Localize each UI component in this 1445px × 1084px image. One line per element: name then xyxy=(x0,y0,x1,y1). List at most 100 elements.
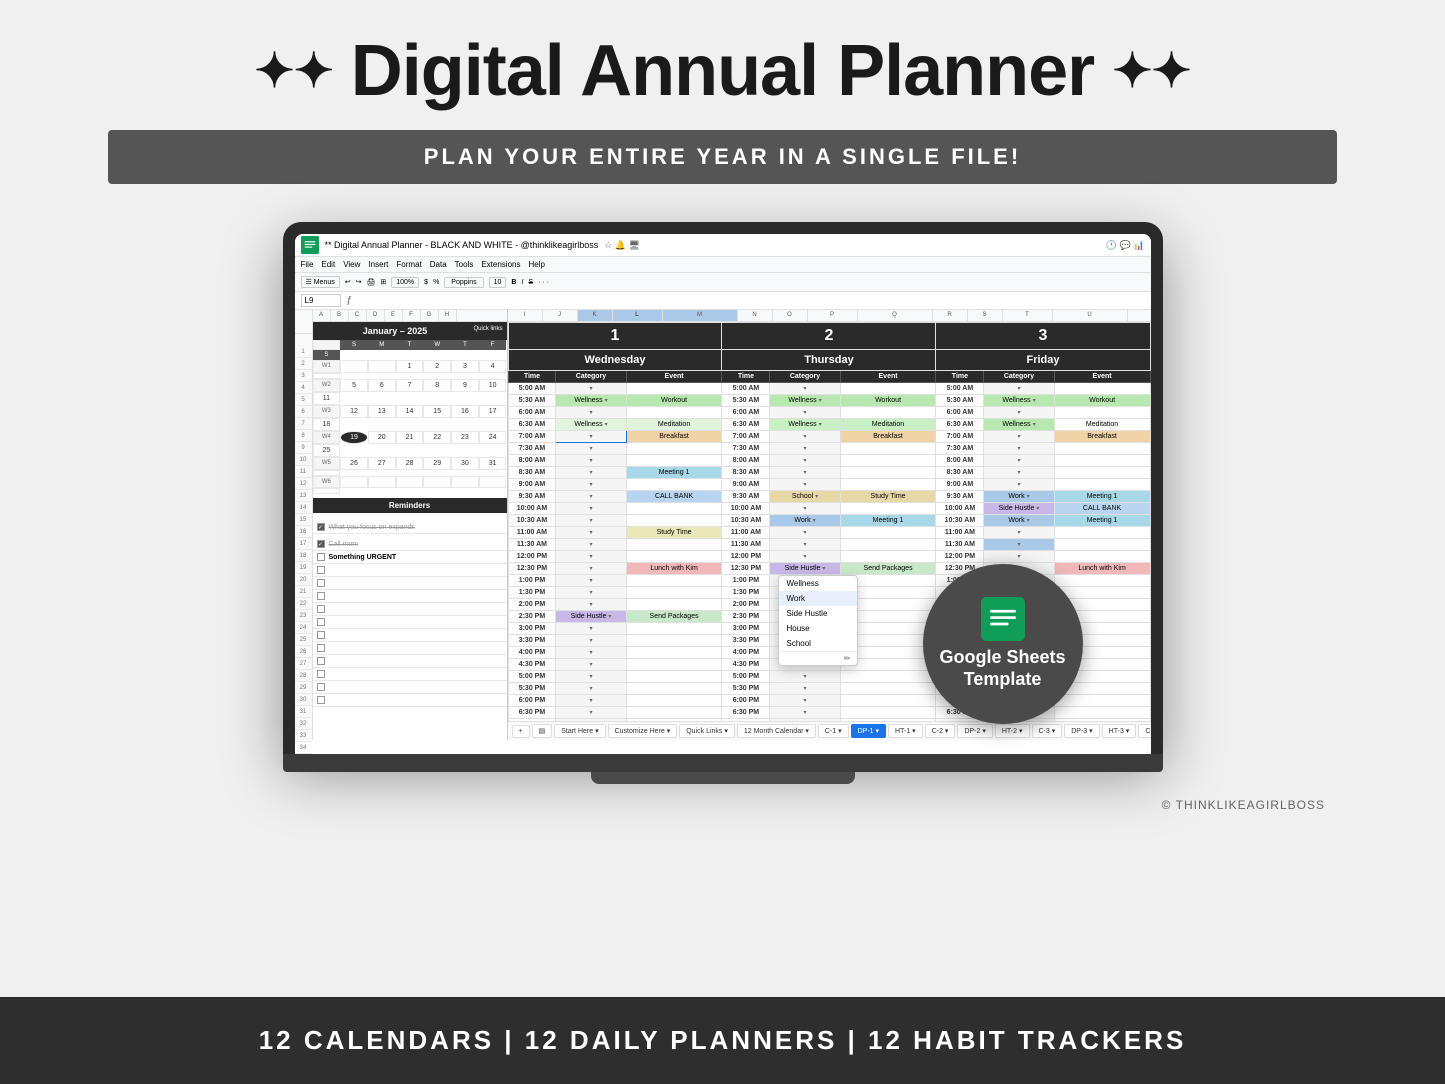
d1-500am-event xyxy=(626,383,722,395)
dp-sidehustle[interactable]: Side Hustle xyxy=(779,606,857,621)
reminder-2-checkbox[interactable]: ✓ xyxy=(317,540,325,548)
d1-1030am-event xyxy=(626,515,722,527)
tab-customize[interactable]: Customize Here ▾ xyxy=(608,724,678,738)
toolbar-menus[interactable]: ☰ Menus xyxy=(301,276,340,288)
w4-t: 21 xyxy=(396,431,424,444)
w2-f: 10 xyxy=(479,379,507,392)
reminder-14-checkbox[interactable] xyxy=(317,696,325,704)
menu-edit[interactable]: Edit xyxy=(321,260,335,269)
d1-700am-time: 7:00 AM xyxy=(508,431,556,443)
sheet-menubar: File Edit View Insert Format Data Tools … xyxy=(295,257,1151,273)
d2-c6: ▾ xyxy=(770,707,840,719)
menu-file[interactable]: File xyxy=(301,260,314,269)
dp-wellness[interactable]: Wellness xyxy=(779,576,857,591)
menu-extensions[interactable]: Extensions xyxy=(481,260,520,269)
menu-format[interactable]: Format xyxy=(396,260,421,269)
d1-900am-time: 9:00 AM xyxy=(508,479,556,491)
menu-view[interactable]: View xyxy=(343,260,360,269)
laptop-stand xyxy=(591,772,855,784)
tab-dp1[interactable]: DP-1 ▾ xyxy=(851,724,886,738)
tab-c4[interactable]: C-4 ▾ xyxy=(1138,724,1150,738)
d1-1100am-event: Study Time xyxy=(626,527,722,539)
reminder-7-checkbox[interactable] xyxy=(317,605,325,613)
d2-t4: 5:30 PM xyxy=(722,683,770,695)
tab-ht2[interactable]: HT-2 ▾ xyxy=(995,724,1030,738)
toolbar-zoom[interactable]: 100% xyxy=(391,277,419,288)
col-s: S xyxy=(968,310,1003,321)
sheet-star-icon: ☆ 🔔 🖥 xyxy=(604,240,640,251)
d1-600am-event xyxy=(626,407,722,419)
tab-add[interactable]: + xyxy=(512,725,530,738)
cal-week-1: W1 1 2 3 4 xyxy=(313,360,507,379)
reminder-10-checkbox[interactable] xyxy=(317,644,325,652)
tab-c1[interactable]: C-1 ▾ xyxy=(818,724,849,738)
toolbar-fontsize[interactable]: 10 xyxy=(489,277,507,288)
row-30: 30 xyxy=(295,694,312,706)
reminder-3-checkbox[interactable] xyxy=(317,553,325,561)
d1-200pm-event xyxy=(626,599,722,611)
reminder-4-checkbox[interactable] xyxy=(317,566,325,574)
tab-start-here[interactable]: Start Here ▾ xyxy=(554,724,605,738)
tab-ht3[interactable]: HT-3 ▾ xyxy=(1102,724,1137,738)
w6-s xyxy=(340,476,368,488)
w5-w: 29 xyxy=(423,457,451,470)
d1-530am-event: Workout xyxy=(626,395,722,407)
reminder-9-checkbox[interactable] xyxy=(317,631,325,639)
d3-900am-event xyxy=(1054,479,1150,491)
d1-e5 xyxy=(626,695,722,707)
tab-dp2[interactable]: DP-2 ▾ xyxy=(957,724,992,738)
toolbar-strike[interactable]: S xyxy=(528,279,533,286)
d2-500am-time: 5:00 AM xyxy=(722,383,770,395)
dp-work[interactable]: Work xyxy=(779,591,857,606)
toolbar-print[interactable]: 🖨 xyxy=(366,278,375,286)
dp-edit-icon[interactable]: ✏ xyxy=(779,651,857,665)
planner-header: 1 2 3 Wednesday Thursday Friday xyxy=(508,323,1150,383)
reminder-6-checkbox[interactable] xyxy=(317,592,325,600)
tab-dp3[interactable]: DP-3 ▾ xyxy=(1064,724,1099,738)
time-row-700am: 7:00 AM ▾ Breakfast 7:00 AM ▾ Breakfast … xyxy=(508,431,1150,443)
d2-c4: ▾ xyxy=(770,683,840,695)
toolbar-bold[interactable]: B xyxy=(511,279,516,286)
d2-630am-event: Meditation xyxy=(840,419,936,431)
toolbar-format[interactable]: ⊞ xyxy=(380,278,386,286)
toolbar-more[interactable]: · · · xyxy=(538,279,549,286)
reminder-2: ✓ Call mom xyxy=(313,538,507,551)
tab-c3[interactable]: C-3 ▾ xyxy=(1032,724,1063,738)
tab-12-month[interactable]: 12 Month Calendar ▾ xyxy=(737,724,816,738)
reminder-11 xyxy=(313,655,507,668)
time-row-1000am: 10:00 AM ▾ 10:00 AM ▾ 10:00 AM Side Hust… xyxy=(508,503,1150,515)
category-dropdown[interactable]: Wellness Work Side Hustle House School ✏ xyxy=(778,575,858,666)
toolbar-font[interactable]: Poppins xyxy=(444,277,483,288)
d2-500am-event xyxy=(840,383,936,395)
dp-house[interactable]: House xyxy=(779,621,857,636)
menu-help[interactable]: Help xyxy=(528,260,544,269)
menu-data[interactable]: Data xyxy=(430,260,447,269)
d3-500am-event xyxy=(1054,383,1150,395)
reminder-5-checkbox[interactable] xyxy=(317,579,325,587)
cell-reference-input[interactable] xyxy=(301,294,341,307)
reminder-1-checkbox[interactable]: ✓ xyxy=(317,523,325,531)
col-c: C xyxy=(349,310,367,321)
d1-900am-event xyxy=(626,479,722,491)
toolbar-percent[interactable]: % xyxy=(433,279,439,286)
tab-menu[interactable]: ▤ xyxy=(532,724,553,738)
toolbar-italic[interactable]: I xyxy=(521,279,523,286)
w6-sa xyxy=(313,488,341,494)
time-row-500am: 5:00 AM ▾ 5:00 AM ▾ 5:00 AM ▾ xyxy=(508,383,1150,395)
menu-tools[interactable]: Tools xyxy=(455,260,474,269)
reminder-11-checkbox[interactable] xyxy=(317,657,325,665)
dp-school[interactable]: School xyxy=(779,636,857,651)
reminder-13-checkbox[interactable] xyxy=(317,683,325,691)
tab-c2[interactable]: C-2 ▾ xyxy=(925,724,956,738)
menu-insert[interactable]: Insert xyxy=(368,260,388,269)
d1-t5: 6:00 PM xyxy=(508,695,556,707)
tab-ht1[interactable]: HT-1 ▾ xyxy=(888,724,923,738)
toolbar-redo[interactable]: ↪ xyxy=(356,278,362,286)
tab-quick-links[interactable]: Quick Links ▾ xyxy=(679,724,735,738)
reminder-12-checkbox[interactable] xyxy=(317,670,325,678)
day3-name: Friday xyxy=(936,350,1150,371)
toolbar-dollar[interactable]: $ xyxy=(424,279,428,286)
d1-800am-time: 8:00 AM xyxy=(508,455,556,467)
reminder-8-checkbox[interactable] xyxy=(317,618,325,626)
toolbar-undo[interactable]: ↩ xyxy=(345,278,351,286)
